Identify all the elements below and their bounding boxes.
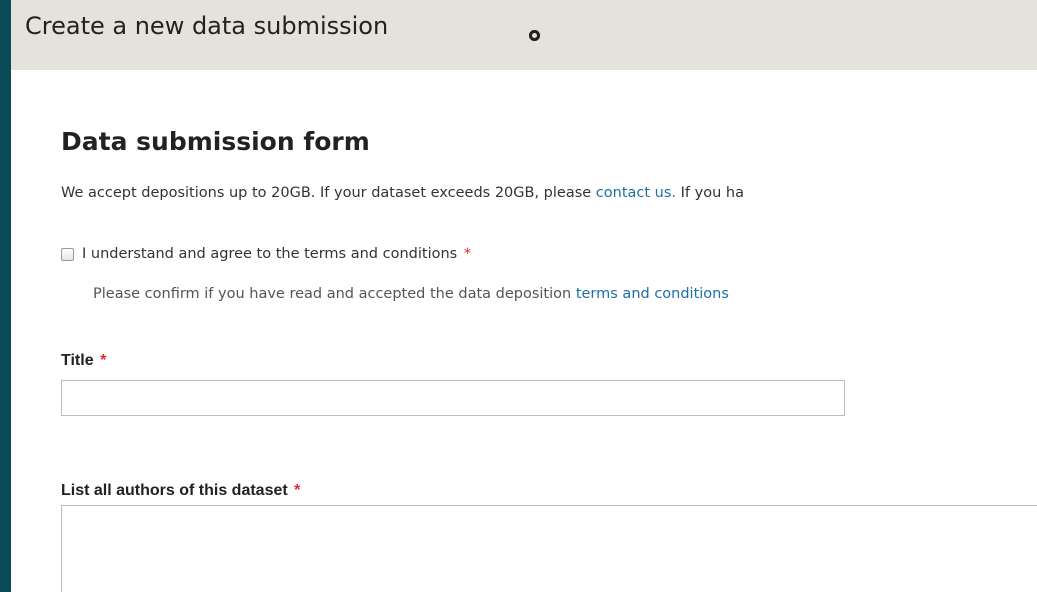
required-marker: * <box>100 352 107 369</box>
page-header: Create a new data submission <box>11 0 1037 70</box>
data-submission-form: Data submission form We accept depositio… <box>61 70 1037 592</box>
page-frame: Create a new data submission Data submis… <box>11 0 1037 592</box>
terms-checkbox-label[interactable]: I understand and agree to the terms and … <box>82 246 471 262</box>
page-title: Create a new data submission <box>25 12 389 40</box>
contact-us-link[interactable]: contact us. <box>596 185 676 201</box>
authors-label-text: List all authors of this dataset <box>61 482 288 499</box>
form-heading: Data submission form <box>61 127 370 156</box>
required-marker: * <box>463 246 472 262</box>
terms-description: Please confirm if you have read and acce… <box>93 286 729 302</box>
circle-dot-icon[interactable] <box>529 30 540 41</box>
terms-checkbox[interactable] <box>61 248 74 261</box>
terms-and-conditions-link[interactable]: terms and conditions <box>576 286 729 302</box>
authors-label: List all authors of this dataset * <box>61 482 300 500</box>
terms-label-text: I understand and agree to the terms and … <box>82 246 458 262</box>
intro-text-end: If you ha <box>676 185 744 201</box>
intro-text: We accept depositions up to 20GB. If you… <box>61 185 744 201</box>
title-input[interactable] <box>61 380 845 416</box>
intro-text-start: We accept depositions up to 20GB. If you… <box>61 185 596 201</box>
terms-description-text: Please confirm if you have read and acce… <box>93 286 576 302</box>
title-label-text: Title <box>61 352 94 369</box>
required-marker: * <box>294 482 301 499</box>
authors-textarea[interactable] <box>61 505 1037 592</box>
title-label: Title * <box>61 352 106 370</box>
